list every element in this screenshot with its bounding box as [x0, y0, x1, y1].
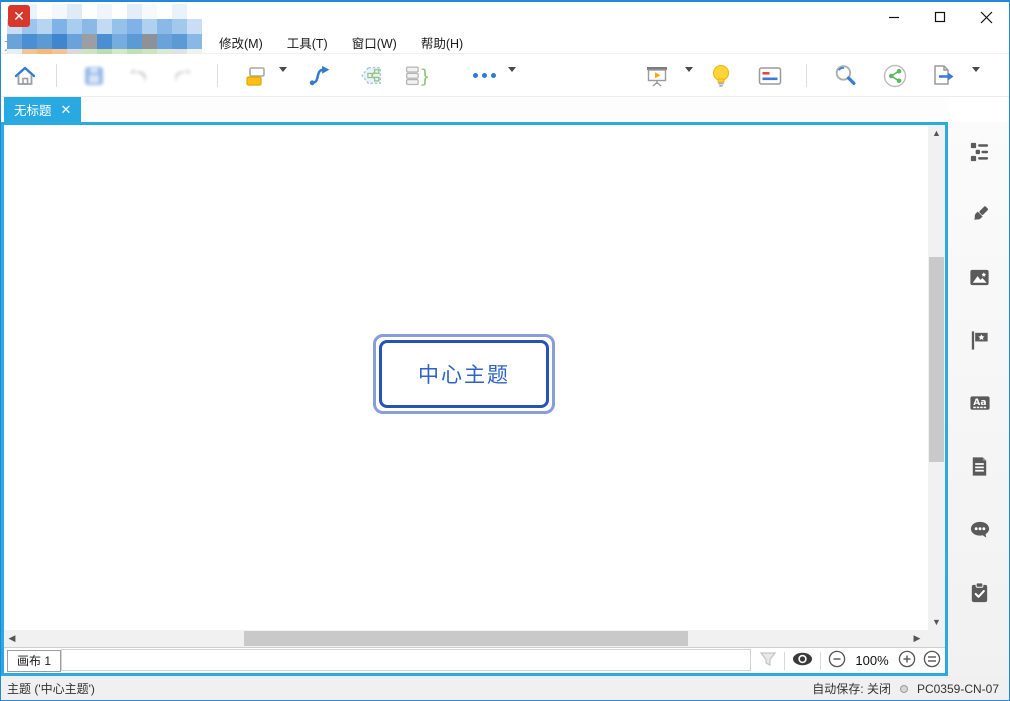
tab-close-icon[interactable]: ✕ — [61, 103, 72, 116]
toolbar-separator — [806, 64, 807, 87]
undo-icon[interactable] — [126, 62, 152, 89]
maximize-button[interactable] — [917, 2, 963, 32]
more-tools-dropdown[interactable] — [508, 72, 518, 82]
device-name: PC0359-CN-07 — [917, 682, 999, 696]
more-tools-icon[interactable] — [467, 62, 501, 89]
vertical-scrollbar-thumb[interactable] — [929, 257, 944, 462]
app-window: 文 修改(M) 工具(T) 窗口(W) 帮助(H) ✕ — [0, 0, 1010, 701]
autosave-status: 自动保存: 关闭 — [812, 680, 891, 697]
app-logo-icon: ✕ — [8, 5, 30, 27]
scroll-up-icon[interactable]: ▲ — [928, 125, 945, 141]
status-dot-icon — [900, 685, 908, 693]
separator — [820, 652, 821, 670]
brainstorming-bulb-icon[interactable] — [708, 62, 734, 89]
sheet-tab-label: 画布 1 — [17, 652, 51, 669]
share-icon[interactable] — [882, 62, 908, 89]
horizontal-scrollbar[interactable]: ◀ ▶ — [4, 630, 945, 647]
presentation-icon[interactable] — [644, 62, 670, 89]
menu-window[interactable]: 窗口(W) — [348, 31, 401, 54]
minimize-button[interactable] — [871, 2, 917, 32]
central-topic-selection-ring: 中心主题 — [373, 334, 555, 414]
zoom-level-value: 100% — [853, 653, 891, 668]
sheet-bar-empty-area[interactable] — [61, 649, 751, 671]
toolbar: } — [1, 54, 1009, 97]
insert-topic-dropdown[interactable] — [279, 72, 289, 82]
scroll-down-icon[interactable]: ▼ — [928, 614, 945, 630]
zoom-in-icon[interactable] — [898, 650, 916, 671]
insert-topic-icon[interactable] — [243, 62, 269, 89]
document-tab-bar: 无标题 ✕ — [1, 97, 948, 122]
central-topic[interactable]: 中心主题 — [379, 340, 549, 408]
tasks-banner-icon[interactable] — [757, 62, 783, 89]
central-topic-label: 中心主题 — [418, 359, 510, 389]
document-tab-untitled[interactable]: 无标题 ✕ — [4, 97, 81, 122]
relationship-icon[interactable] — [306, 62, 332, 89]
scroll-right-icon[interactable]: ▶ — [909, 630, 925, 647]
fonts-text-icon[interactable]: Aa — [968, 391, 992, 415]
canvas-controls: 100% — [759, 650, 945, 671]
tab-label: 无标题 — [14, 100, 52, 119]
menu-tools[interactable]: 工具(T) — [283, 31, 332, 54]
filter-icon[interactable] — [759, 650, 777, 671]
sheet-tab-canvas1[interactable]: 画布 1 — [7, 650, 61, 672]
window-controls — [871, 2, 1009, 32]
format-brush-icon[interactable] — [968, 202, 992, 226]
image-stickers-icon[interactable] — [968, 265, 992, 289]
sheet-bar: 画布 1 100% — [4, 647, 945, 673]
export-icon[interactable] — [930, 62, 956, 89]
outline-icon[interactable]: } — [402, 62, 428, 89]
selection-info: 主题 ('中心主题') — [7, 680, 95, 697]
export-dropdown[interactable] — [972, 72, 982, 82]
zoom-menu-icon[interactable] — [923, 650, 941, 671]
right-sidebar: Aa — [948, 122, 1010, 676]
notes-icon[interactable] — [968, 454, 992, 478]
task-checklist-icon[interactable] — [968, 580, 992, 604]
mindmap-canvas[interactable]: 中心主题 ▲ ▼ — [4, 125, 945, 630]
zoom-out-icon[interactable] — [828, 650, 846, 671]
presentation-dropdown[interactable] — [685, 72, 695, 82]
summary-icon[interactable] — [358, 62, 384, 89]
home-icon[interactable] — [12, 62, 38, 89]
properties-structure-icon[interactable] — [968, 139, 992, 163]
markers-flag-icon[interactable] — [968, 328, 992, 352]
save-icon[interactable] — [81, 62, 107, 89]
vertical-scrollbar[interactable]: ▲ ▼ — [928, 125, 945, 630]
scroll-left-icon[interactable]: ◀ — [4, 630, 20, 647]
search-icon[interactable] — [832, 62, 858, 89]
close-button[interactable] — [963, 2, 1009, 32]
comments-icon[interactable] — [968, 517, 992, 541]
toolbar-separator — [217, 64, 218, 87]
mindmap-editor-frame: 中心主题 ▲ ▼ ◀ ▶ 画布 1 — [1, 122, 948, 676]
horizontal-scrollbar-thumb[interactable] — [244, 631, 688, 646]
redo-icon[interactable] — [169, 62, 195, 89]
svg-text:}: } — [419, 66, 428, 87]
separator — [784, 652, 785, 670]
menu-modify[interactable]: 修改(M) — [215, 31, 267, 54]
visibility-eye-icon[interactable] — [792, 651, 813, 670]
status-bar: 主题 ('中心主题') 自动保存: 关闭 PC0359-CN-07 — [1, 676, 1009, 701]
toolbar-separator — [56, 64, 57, 87]
menu-help[interactable]: 帮助(H) — [417, 31, 467, 54]
